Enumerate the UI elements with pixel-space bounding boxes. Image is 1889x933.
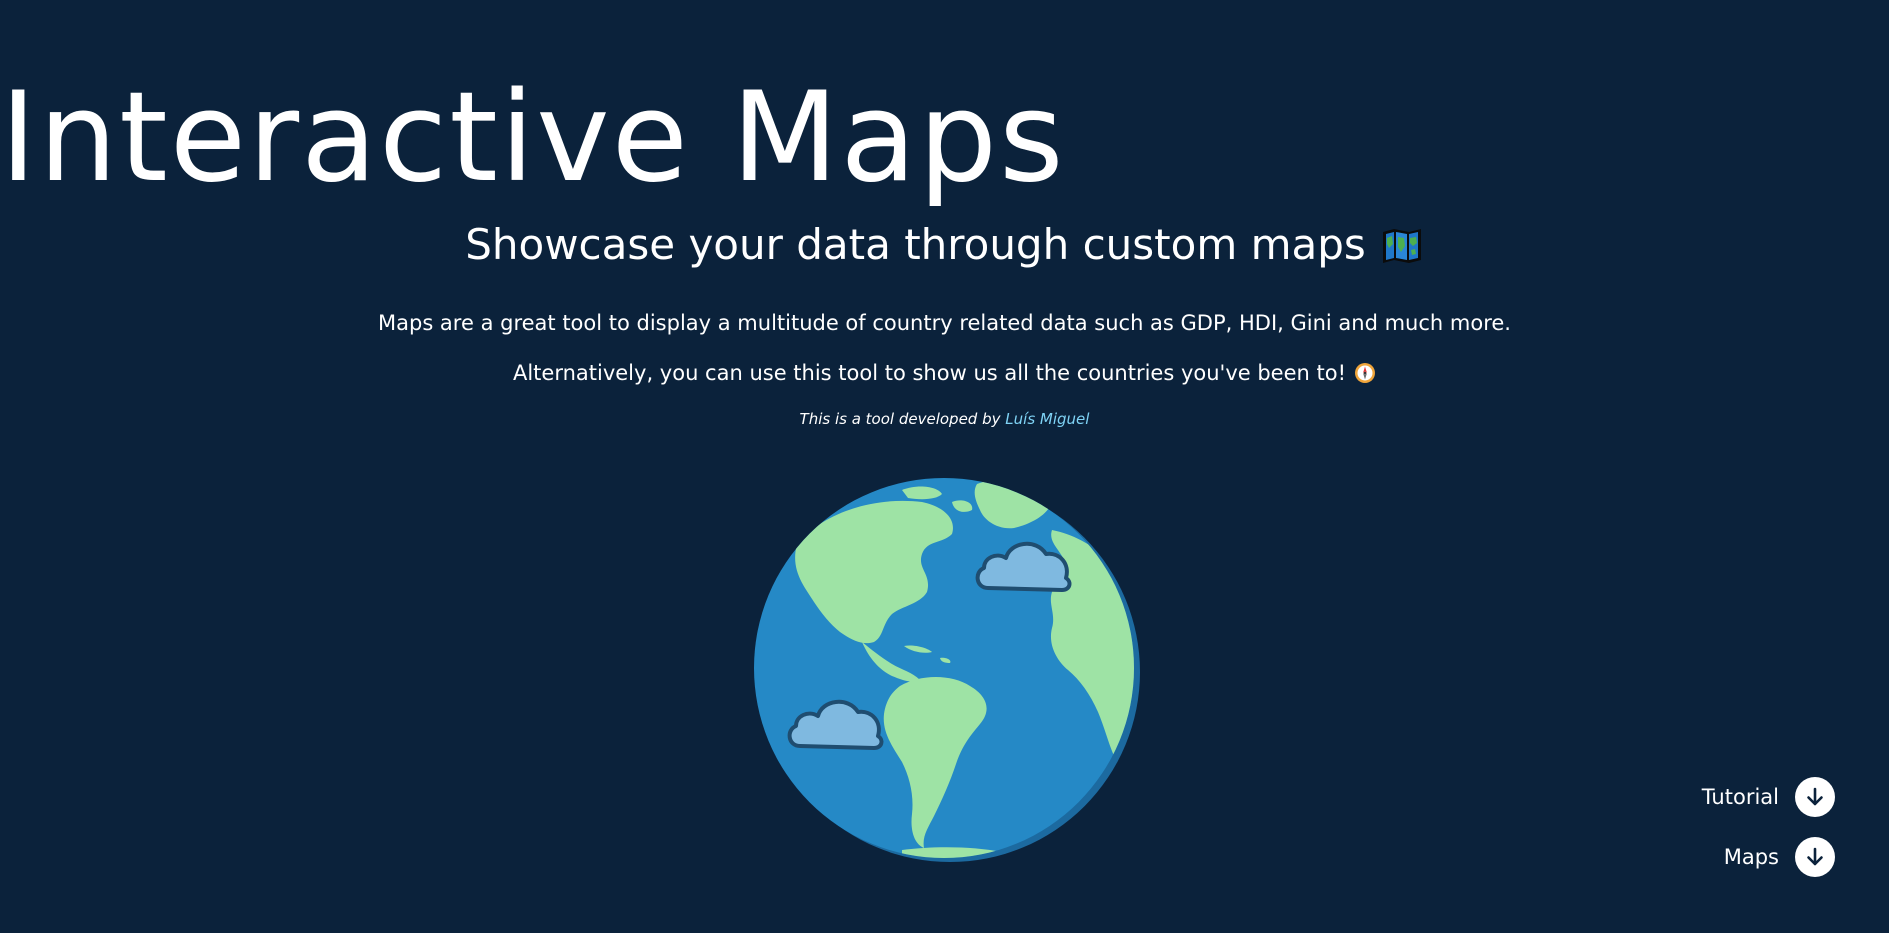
credit-line: This is a tool developed by Luís Miguel <box>0 408 1889 430</box>
world-map-icon <box>1380 225 1424 265</box>
arrow-down-icon[interactable] <box>1795 837 1835 877</box>
page-subtitle: Showcase your data through custom maps <box>0 218 1889 272</box>
maps-nav-button[interactable]: Maps <box>1635 835 1835 879</box>
compass-icon <box>1354 362 1376 384</box>
author-link[interactable]: Luís Miguel <box>1005 410 1089 428</box>
arrow-down-icon[interactable] <box>1795 777 1835 817</box>
landing-page: Interactive Maps Showcase your data thro… <box>0 0 1889 933</box>
subtitle-text: Showcase your data through custom maps <box>465 220 1366 269</box>
alternative-text: Alternatively, you can use this tool to … <box>0 358 1889 388</box>
credit-prefix: This is a tool developed by <box>799 410 1001 428</box>
maps-nav-label: Maps <box>1723 845 1779 869</box>
tutorial-nav-label: Tutorial <box>1701 785 1779 809</box>
page-title: Interactive Maps <box>0 66 1066 210</box>
alternative-text-label: Alternatively, you can use this tool to … <box>512 361 1347 385</box>
description-text: Maps are a great tool to display a multi… <box>378 311 1511 335</box>
tutorial-nav-button[interactable]: Tutorial <box>1635 775 1835 819</box>
globe-with-clouds-icon <box>752 474 1144 874</box>
